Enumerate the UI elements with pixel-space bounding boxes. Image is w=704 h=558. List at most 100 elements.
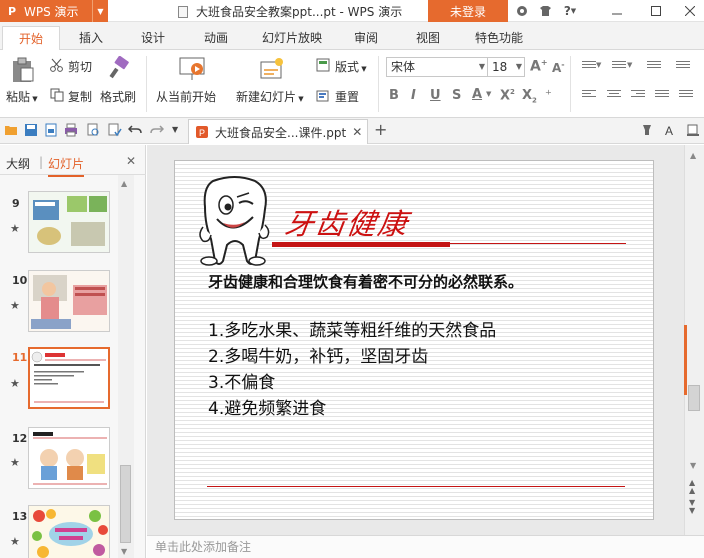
from-current-button[interactable]: 从当前开始 xyxy=(156,88,216,105)
tab-insert[interactable]: 插入 xyxy=(66,26,116,50)
font-name-select[interactable]: 宋体 ▼ xyxy=(386,57,488,77)
undo-icon[interactable] xyxy=(127,123,142,137)
tab-animation[interactable]: 动画 xyxy=(191,26,241,50)
increase-indent-icon[interactable] xyxy=(676,61,690,73)
slide-number: 11 xyxy=(12,351,28,364)
new-slide-button[interactable]: 新建幻灯片 ▼ xyxy=(236,88,304,105)
app-menu-button[interactable]: P WPS 演示 ▼ xyxy=(0,0,108,22)
tab-view[interactable]: 视图 xyxy=(403,26,453,50)
italic-icon[interactable]: I xyxy=(411,88,416,103)
bullet-list-dropdown-icon[interactable]: ▼ xyxy=(596,61,601,69)
align-right-icon[interactable] xyxy=(631,90,645,102)
justify-icon[interactable] xyxy=(655,90,669,102)
play-from-current-icon[interactable] xyxy=(178,56,206,82)
align-left-icon[interactable] xyxy=(582,90,596,102)
tab-slides[interactable]: 幻灯片 xyxy=(48,155,85,177)
bold-icon[interactable]: B xyxy=(389,88,399,103)
scroll-down-icon[interactable]: ▼ xyxy=(690,461,696,470)
close-icon[interactable] xyxy=(682,3,698,19)
copy-icon[interactable] xyxy=(50,88,64,102)
align-center-icon[interactable] xyxy=(607,90,621,102)
current-slide[interactable]: 牙齿健康 牙齿健康和合理饮食有着密不可分的必然联系。 1.多吃水果、蔬菜等粗纤维… xyxy=(174,160,654,520)
font-color-dropdown-icon[interactable]: ▼ xyxy=(486,90,491,98)
canvas-scrollbar[interactable]: ▲ ▼ ▲ ▲ ▼ ▼ xyxy=(684,145,704,535)
tooth-mascot-image xyxy=(199,175,271,269)
font-tool-icon[interactable]: A xyxy=(664,123,678,138)
font-color-icon[interactable]: A xyxy=(472,87,482,102)
help-button[interactable]: ? ▼ xyxy=(559,3,581,19)
scroll-down-icon[interactable]: ▼ xyxy=(121,547,127,556)
new-slide-icon[interactable] xyxy=(258,56,286,82)
paste-button[interactable]: 粘贴 ▼ xyxy=(6,88,38,105)
distribute-icon[interactable] xyxy=(679,90,693,102)
layout-button[interactable]: 版式 ▼ xyxy=(335,58,367,75)
file-tab[interactable]: P 大班食品安全...课件.ppt ✕ xyxy=(188,119,368,144)
skin-icon[interactable] xyxy=(514,3,530,19)
slide-thumbnail-9[interactable] xyxy=(28,191,110,253)
fill-tool-icon[interactable] xyxy=(686,123,700,137)
shirt-icon[interactable] xyxy=(537,3,553,19)
file-tab-close-icon[interactable]: ✕ xyxy=(352,125,362,139)
print-icon[interactable] xyxy=(64,123,78,137)
title-bar: P WPS 演示 ▼ 大班食品安全教案ppt...pt - WPS 演示 未登录… xyxy=(0,0,704,22)
spell-check-icon[interactable] xyxy=(108,123,122,137)
tab-review[interactable]: 审阅 xyxy=(341,26,391,50)
tab-outline[interactable]: 大纲 xyxy=(6,155,30,172)
format-painter-button[interactable]: 格式刷 xyxy=(100,88,136,105)
notes-area[interactable]: 单击此处添加备注 xyxy=(147,535,704,558)
previous-slide-icon[interactable]: ▲ ▲ xyxy=(689,479,695,495)
cut-button[interactable]: 剪切 xyxy=(68,58,92,75)
new-tab-icon[interactable]: + xyxy=(374,122,388,138)
redo-icon[interactable] xyxy=(150,123,165,137)
shrink-font-icon[interactable]: A- xyxy=(552,60,565,75)
subscript-icon[interactable]: X2 xyxy=(522,88,537,105)
scroll-up-icon[interactable]: ▲ xyxy=(121,179,127,188)
paste-icon[interactable] xyxy=(10,56,36,84)
slide-thumbnail-10[interactable] xyxy=(28,270,110,332)
format-painter-icon[interactable] xyxy=(107,56,131,80)
copy-button[interactable]: 复制 xyxy=(68,88,92,105)
font-name-value: 宋体 xyxy=(391,60,416,74)
superscript-icon[interactable]: X2 xyxy=(500,88,515,103)
panel-close-icon[interactable]: ✕ xyxy=(126,154,136,168)
app-dropdown-icon[interactable]: ▼ xyxy=(92,0,108,22)
slide-thumbnail-13[interactable] xyxy=(28,505,110,558)
tab-special[interactable]: 特色功能 xyxy=(467,26,531,50)
scroll-up-icon[interactable]: ▲ xyxy=(690,151,696,160)
numbered-list-icon[interactable] xyxy=(612,61,626,73)
slide-subtitle[interactable]: 牙齿健康和合理饮食有着密不可分的必然联系。 xyxy=(208,271,523,292)
slide-thumbnail-11[interactable] xyxy=(28,347,110,409)
slide-animation-icon: ★ xyxy=(10,299,20,312)
shadow-icon[interactable]: S xyxy=(452,88,461,103)
slides-panel-scrollbar[interactable]: ▲ ▼ xyxy=(118,175,134,558)
underline-icon[interactable]: U xyxy=(430,88,441,103)
open-folder-icon[interactable] xyxy=(4,123,18,137)
scroll-thumb[interactable] xyxy=(120,465,131,543)
reset-button[interactable]: 重置 xyxy=(335,88,359,105)
minimize-icon[interactable] xyxy=(609,3,625,19)
grow-font-icon[interactable]: A+ xyxy=(530,58,548,75)
reset-icon[interactable] xyxy=(316,88,330,102)
tab-home[interactable]: 开始 xyxy=(2,26,60,51)
numbered-list-dropdown-icon[interactable]: ▼ xyxy=(627,61,632,69)
slide-body[interactable]: 1.多吃水果、蔬菜等粗纤维的天然食品 2.多喝牛奶，补钙，坚固牙齿 3.不偏食 … xyxy=(208,318,496,422)
maximize-icon[interactable] xyxy=(648,3,664,19)
layout-icon[interactable] xyxy=(316,58,330,72)
slide-thumbnail-12[interactable] xyxy=(28,427,110,489)
slide-title[interactable]: 牙齿健康 xyxy=(282,201,412,243)
pin-icon[interactable] xyxy=(640,123,654,137)
tab-slideshow[interactable]: 幻灯片放映 xyxy=(256,26,328,50)
tab-design[interactable]: 设计 xyxy=(128,26,178,50)
customize-dropdown-icon[interactable]: ▼ xyxy=(172,123,186,137)
scroll-thumb[interactable] xyxy=(688,385,700,411)
decrease-indent-icon[interactable] xyxy=(647,61,661,73)
scissors-icon[interactable] xyxy=(50,58,64,72)
print-preview-icon[interactable] xyxy=(86,123,100,137)
bullet-list-icon[interactable] xyxy=(582,61,596,73)
export-pdf-icon[interactable] xyxy=(44,123,58,137)
next-slide-icon[interactable]: ▼ ▼ xyxy=(689,499,695,515)
save-icon[interactable] xyxy=(24,123,38,137)
login-button[interactable]: 未登录 xyxy=(428,0,508,22)
font-size-select[interactable]: 18 ▼ xyxy=(487,57,525,77)
text-direction-icon[interactable]: ⁺ xyxy=(545,88,552,103)
